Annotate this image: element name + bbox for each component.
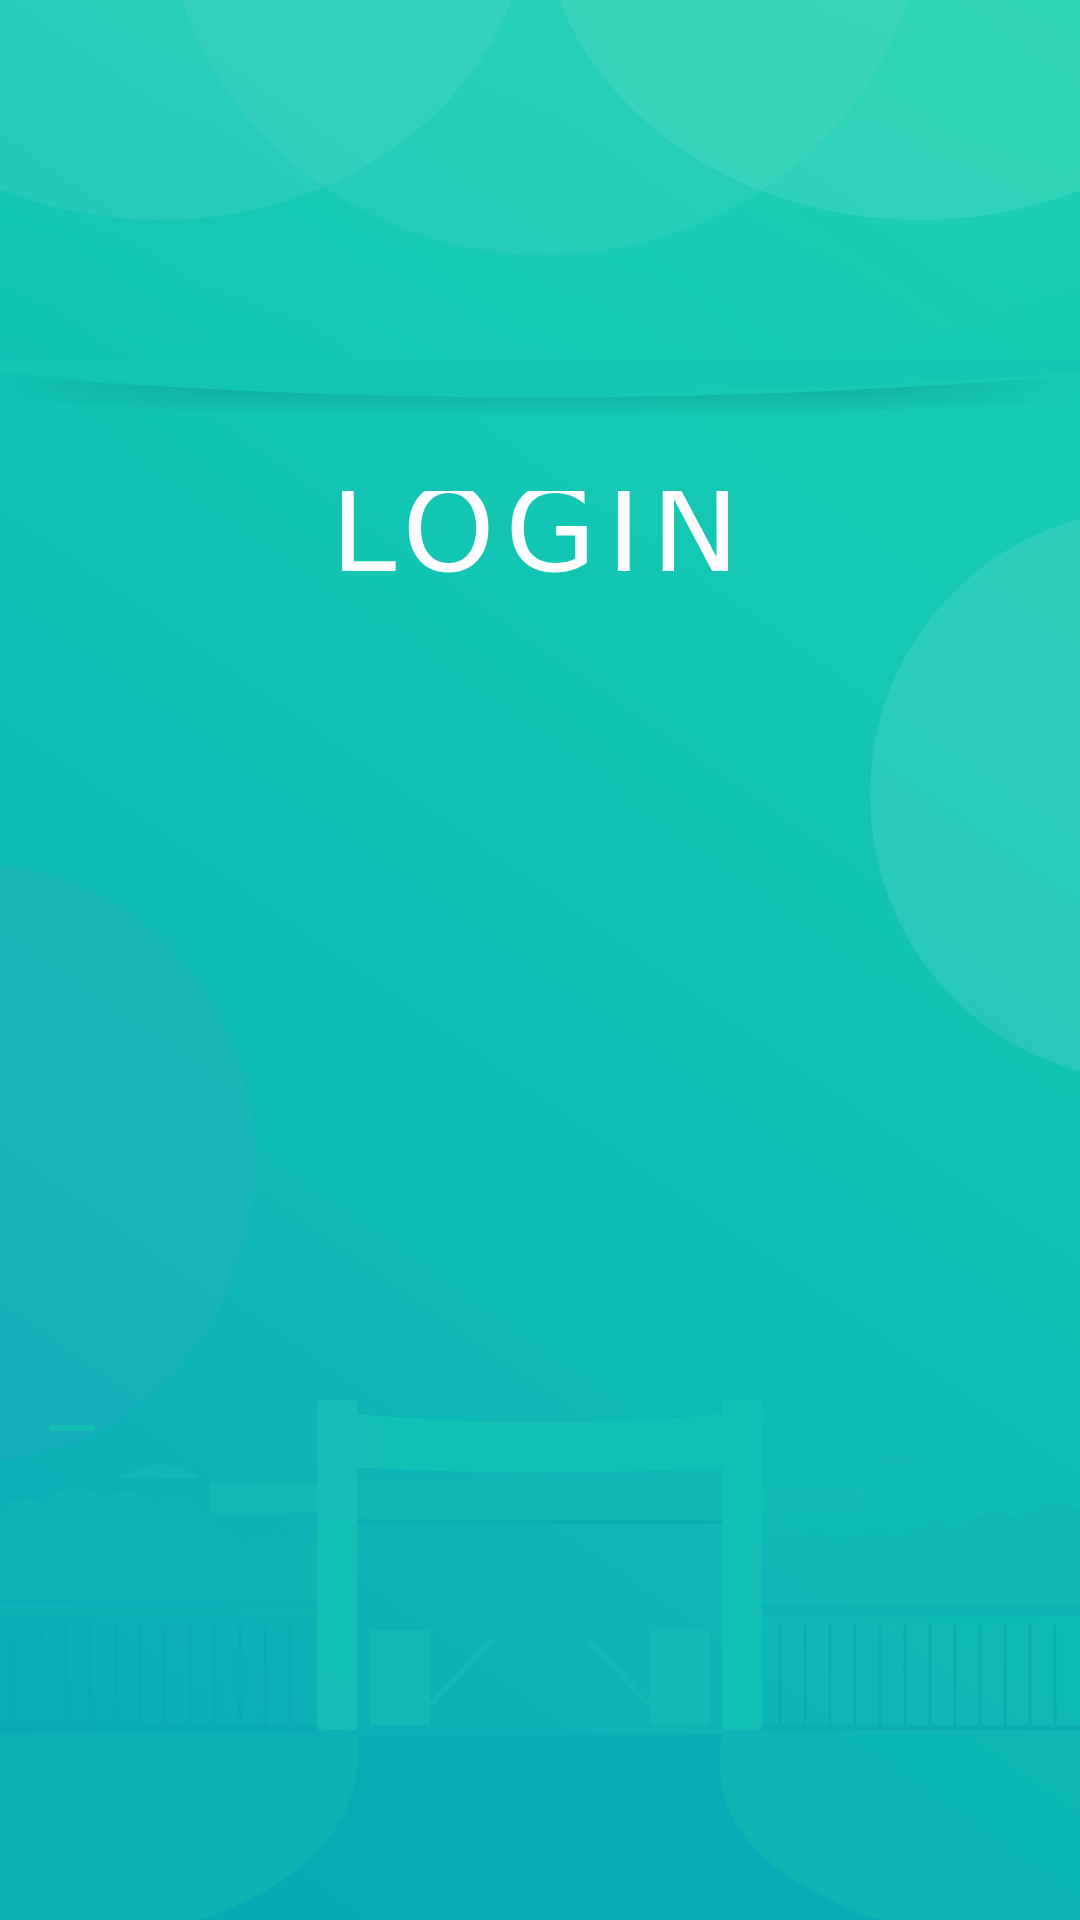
header-band (0, 0, 1080, 380)
page-title: LOGIN (330, 461, 750, 600)
decorative-circle-left (0, 865, 255, 1460)
login-screen: LOGIN (0, 0, 1080, 1920)
campus-gate-illustration-icon (0, 1400, 1080, 1920)
decorative-circle-right (870, 510, 1080, 1080)
